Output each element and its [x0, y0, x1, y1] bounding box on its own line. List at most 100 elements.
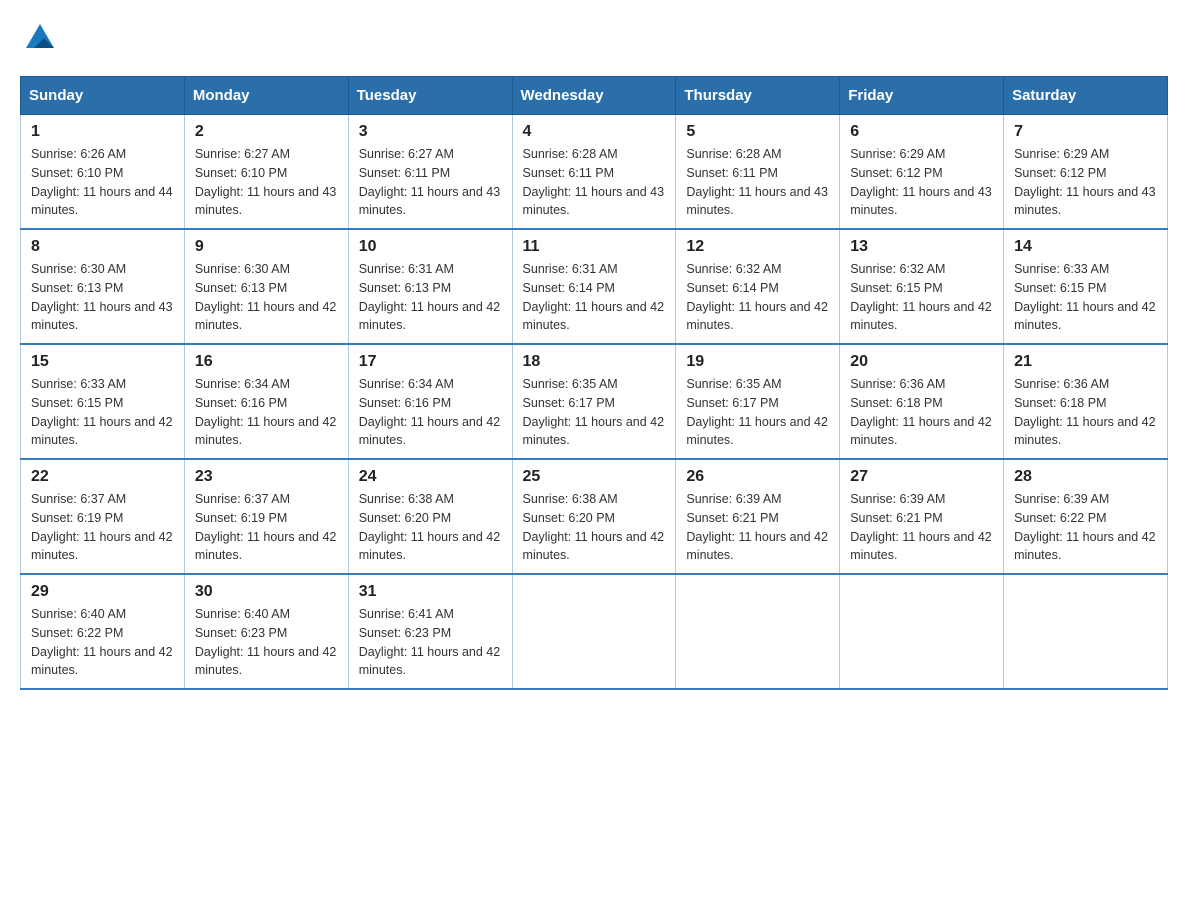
day-number: 1 — [31, 123, 174, 141]
day-number: 23 — [195, 468, 338, 486]
calendar-week-row: 29 Sunrise: 6:40 AMSunset: 6:22 PMDaylig… — [21, 574, 1168, 689]
day-number: 25 — [523, 468, 666, 486]
day-number: 13 — [850, 238, 993, 256]
calendar-cell: 15 Sunrise: 6:33 AMSunset: 6:15 PMDaylig… — [21, 344, 185, 459]
day-number: 6 — [850, 123, 993, 141]
day-info: Sunrise: 6:41 AMSunset: 6:23 PMDaylight:… — [359, 605, 502, 680]
day-info: Sunrise: 6:28 AMSunset: 6:11 PMDaylight:… — [523, 145, 666, 220]
calendar-cell: 13 Sunrise: 6:32 AMSunset: 6:15 PMDaylig… — [840, 229, 1004, 344]
calendar-cell: 5 Sunrise: 6:28 AMSunset: 6:11 PMDayligh… — [676, 115, 840, 230]
logo — [20, 20, 60, 56]
day-info: Sunrise: 6:34 AMSunset: 6:16 PMDaylight:… — [359, 375, 502, 450]
calendar-cell: 24 Sunrise: 6:38 AMSunset: 6:20 PMDaylig… — [348, 459, 512, 574]
day-number: 28 — [1014, 468, 1157, 486]
calendar-cell: 18 Sunrise: 6:35 AMSunset: 6:17 PMDaylig… — [512, 344, 676, 459]
calendar-cell — [1004, 574, 1168, 689]
day-number: 5 — [686, 123, 829, 141]
calendar-cell — [512, 574, 676, 689]
day-info: Sunrise: 6:40 AMSunset: 6:22 PMDaylight:… — [31, 605, 174, 680]
day-info: Sunrise: 6:26 AMSunset: 6:10 PMDaylight:… — [31, 145, 174, 220]
day-number: 26 — [686, 468, 829, 486]
calendar-cell: 27 Sunrise: 6:39 AMSunset: 6:21 PMDaylig… — [840, 459, 1004, 574]
day-number: 3 — [359, 123, 502, 141]
day-info: Sunrise: 6:40 AMSunset: 6:23 PMDaylight:… — [195, 605, 338, 680]
day-info: Sunrise: 6:39 AMSunset: 6:22 PMDaylight:… — [1014, 490, 1157, 565]
day-info: Sunrise: 6:38 AMSunset: 6:20 PMDaylight:… — [523, 490, 666, 565]
day-number: 10 — [359, 238, 502, 256]
day-info: Sunrise: 6:27 AMSunset: 6:10 PMDaylight:… — [195, 145, 338, 220]
day-number: 11 — [523, 238, 666, 256]
weekday-header-cell: Thursday — [676, 77, 840, 115]
weekday-header-row: SundayMondayTuesdayWednesdayThursdayFrid… — [21, 77, 1168, 115]
day-number: 15 — [31, 353, 174, 371]
calendar-cell: 21 Sunrise: 6:36 AMSunset: 6:18 PMDaylig… — [1004, 344, 1168, 459]
calendar-cell: 2 Sunrise: 6:27 AMSunset: 6:10 PMDayligh… — [184, 115, 348, 230]
day-info: Sunrise: 6:35 AMSunset: 6:17 PMDaylight:… — [686, 375, 829, 450]
calendar-cell: 1 Sunrise: 6:26 AMSunset: 6:10 PMDayligh… — [21, 115, 185, 230]
calendar-cell: 6 Sunrise: 6:29 AMSunset: 6:12 PMDayligh… — [840, 115, 1004, 230]
calendar-week-row: 8 Sunrise: 6:30 AMSunset: 6:13 PMDayligh… — [21, 229, 1168, 344]
day-info: Sunrise: 6:35 AMSunset: 6:17 PMDaylight:… — [523, 375, 666, 450]
day-info: Sunrise: 6:37 AMSunset: 6:19 PMDaylight:… — [31, 490, 174, 565]
day-info: Sunrise: 6:39 AMSunset: 6:21 PMDaylight:… — [850, 490, 993, 565]
day-number: 18 — [523, 353, 666, 371]
day-info: Sunrise: 6:28 AMSunset: 6:11 PMDaylight:… — [686, 145, 829, 220]
calendar-cell: 4 Sunrise: 6:28 AMSunset: 6:11 PMDayligh… — [512, 115, 676, 230]
calendar-cell: 19 Sunrise: 6:35 AMSunset: 6:17 PMDaylig… — [676, 344, 840, 459]
calendar-cell: 12 Sunrise: 6:32 AMSunset: 6:14 PMDaylig… — [676, 229, 840, 344]
day-number: 7 — [1014, 123, 1157, 141]
calendar-cell: 30 Sunrise: 6:40 AMSunset: 6:23 PMDaylig… — [184, 574, 348, 689]
day-info: Sunrise: 6:29 AMSunset: 6:12 PMDaylight:… — [850, 145, 993, 220]
weekday-header-cell: Saturday — [1004, 77, 1168, 115]
calendar-cell: 8 Sunrise: 6:30 AMSunset: 6:13 PMDayligh… — [21, 229, 185, 344]
calendar-cell: 14 Sunrise: 6:33 AMSunset: 6:15 PMDaylig… — [1004, 229, 1168, 344]
calendar-table: SundayMondayTuesdayWednesdayThursdayFrid… — [20, 76, 1168, 690]
day-info: Sunrise: 6:33 AMSunset: 6:15 PMDaylight:… — [1014, 260, 1157, 335]
weekday-header-cell: Sunday — [21, 77, 185, 115]
day-info: Sunrise: 6:36 AMSunset: 6:18 PMDaylight:… — [850, 375, 993, 450]
day-info: Sunrise: 6:38 AMSunset: 6:20 PMDaylight:… — [359, 490, 502, 565]
weekday-header-cell: Wednesday — [512, 77, 676, 115]
calendar-cell: 29 Sunrise: 6:40 AMSunset: 6:22 PMDaylig… — [21, 574, 185, 689]
calendar-cell: 16 Sunrise: 6:34 AMSunset: 6:16 PMDaylig… — [184, 344, 348, 459]
calendar-cell: 20 Sunrise: 6:36 AMSunset: 6:18 PMDaylig… — [840, 344, 1004, 459]
day-number: 21 — [1014, 353, 1157, 371]
logo-icon — [22, 20, 58, 56]
day-number: 20 — [850, 353, 993, 371]
day-number: 4 — [523, 123, 666, 141]
day-number: 16 — [195, 353, 338, 371]
day-info: Sunrise: 6:30 AMSunset: 6:13 PMDaylight:… — [195, 260, 338, 335]
calendar-week-row: 15 Sunrise: 6:33 AMSunset: 6:15 PMDaylig… — [21, 344, 1168, 459]
day-info: Sunrise: 6:36 AMSunset: 6:18 PMDaylight:… — [1014, 375, 1157, 450]
calendar-cell: 31 Sunrise: 6:41 AMSunset: 6:23 PMDaylig… — [348, 574, 512, 689]
calendar-cell: 23 Sunrise: 6:37 AMSunset: 6:19 PMDaylig… — [184, 459, 348, 574]
calendar-week-row: 1 Sunrise: 6:26 AMSunset: 6:10 PMDayligh… — [21, 115, 1168, 230]
day-number: 9 — [195, 238, 338, 256]
calendar-cell: 7 Sunrise: 6:29 AMSunset: 6:12 PMDayligh… — [1004, 115, 1168, 230]
calendar-cell: 28 Sunrise: 6:39 AMSunset: 6:22 PMDaylig… — [1004, 459, 1168, 574]
day-info: Sunrise: 6:31 AMSunset: 6:13 PMDaylight:… — [359, 260, 502, 335]
day-info: Sunrise: 6:32 AMSunset: 6:15 PMDaylight:… — [850, 260, 993, 335]
calendar-cell: 26 Sunrise: 6:39 AMSunset: 6:21 PMDaylig… — [676, 459, 840, 574]
page-header — [20, 20, 1168, 56]
day-number: 14 — [1014, 238, 1157, 256]
day-info: Sunrise: 6:37 AMSunset: 6:19 PMDaylight:… — [195, 490, 338, 565]
day-info: Sunrise: 6:27 AMSunset: 6:11 PMDaylight:… — [359, 145, 502, 220]
weekday-header-cell: Monday — [184, 77, 348, 115]
day-number: 8 — [31, 238, 174, 256]
day-number: 12 — [686, 238, 829, 256]
day-number: 27 — [850, 468, 993, 486]
calendar-cell: 3 Sunrise: 6:27 AMSunset: 6:11 PMDayligh… — [348, 115, 512, 230]
day-info: Sunrise: 6:33 AMSunset: 6:15 PMDaylight:… — [31, 375, 174, 450]
day-info: Sunrise: 6:30 AMSunset: 6:13 PMDaylight:… — [31, 260, 174, 335]
day-number: 19 — [686, 353, 829, 371]
day-number: 22 — [31, 468, 174, 486]
day-info: Sunrise: 6:32 AMSunset: 6:14 PMDaylight:… — [686, 260, 829, 335]
day-number: 2 — [195, 123, 338, 141]
day-number: 31 — [359, 583, 502, 601]
calendar-cell — [840, 574, 1004, 689]
calendar-cell: 25 Sunrise: 6:38 AMSunset: 6:20 PMDaylig… — [512, 459, 676, 574]
day-number: 29 — [31, 583, 174, 601]
day-number: 30 — [195, 583, 338, 601]
day-info: Sunrise: 6:31 AMSunset: 6:14 PMDaylight:… — [523, 260, 666, 335]
